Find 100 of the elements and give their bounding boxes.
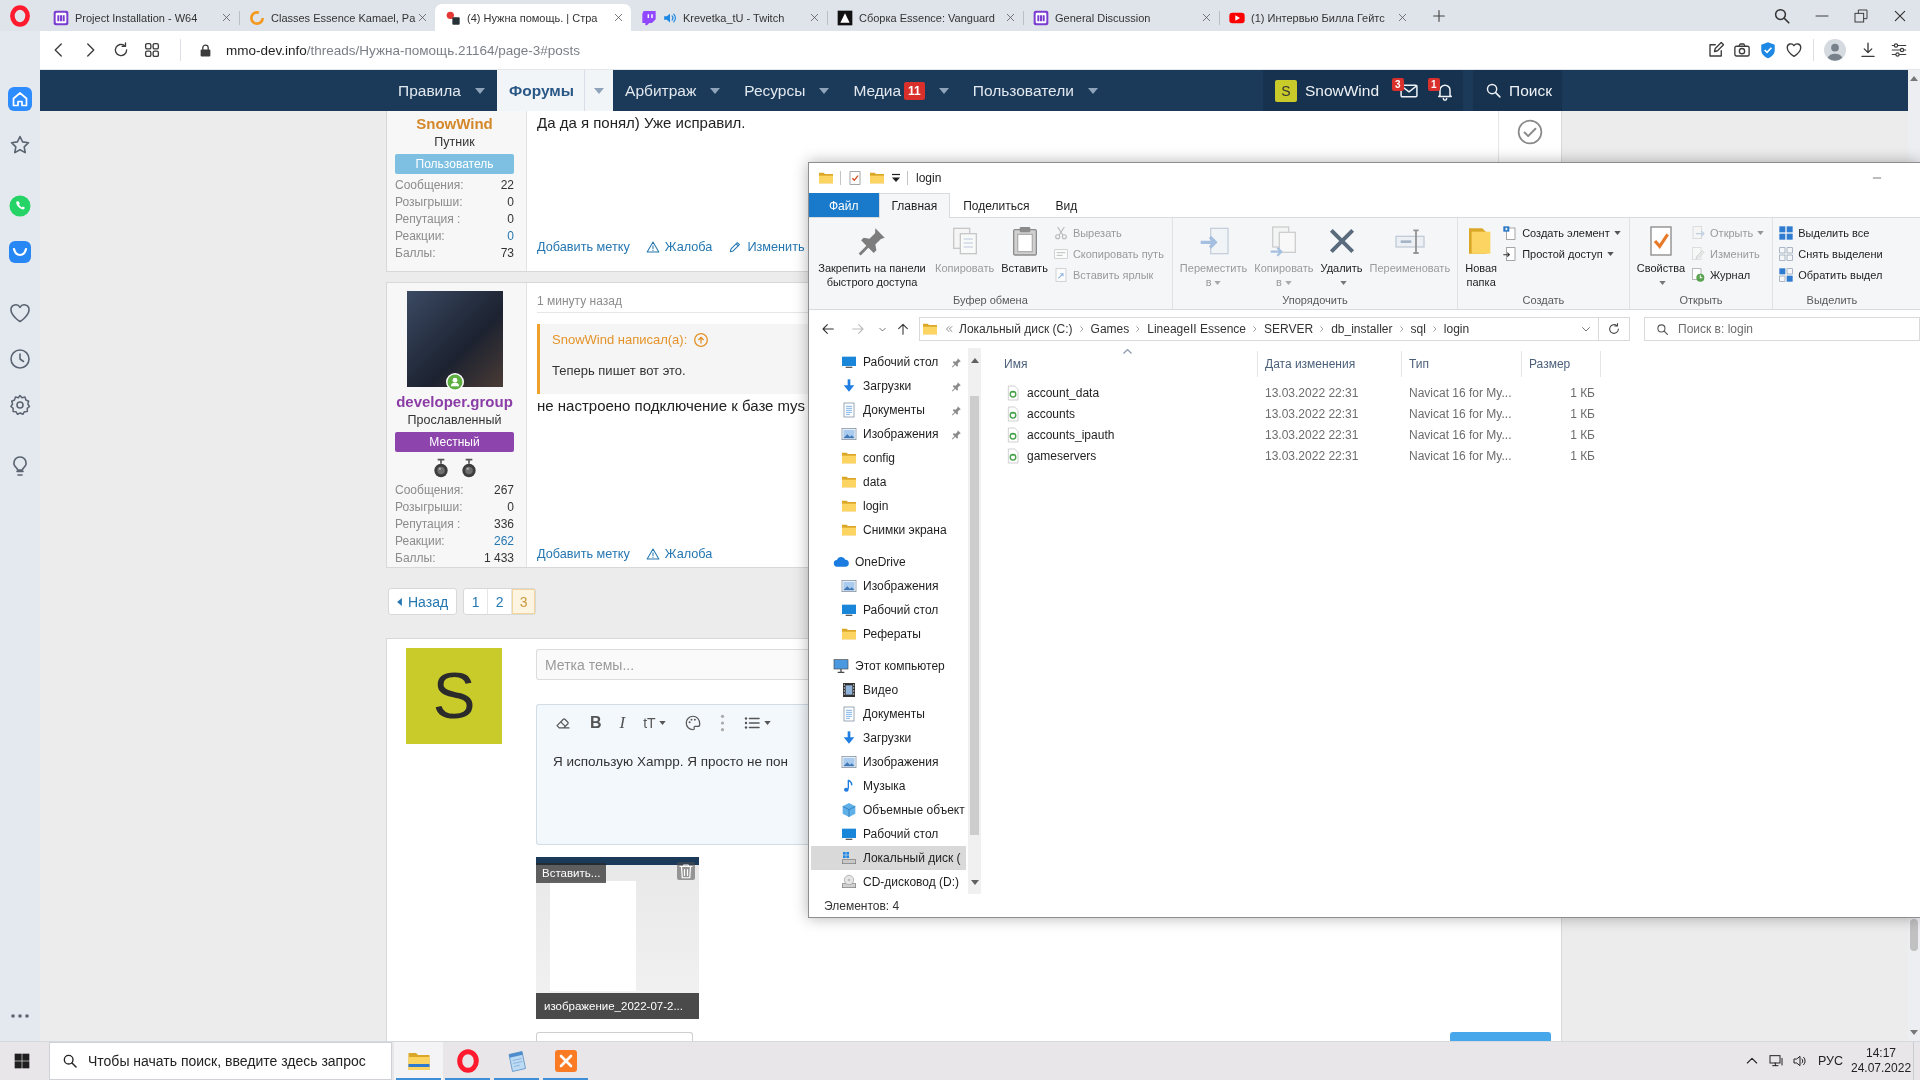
ribbon-tab[interactable]: Вид [1042,193,1091,218]
paste-button[interactable]: Вставить [999,221,1050,275]
account-link[interactable]: S SnowWind [1262,70,1392,111]
previous-page-button[interactable]: Назад [388,588,458,615]
chevron-right-icon[interactable] [1251,325,1259,333]
scroll-up-icon[interactable] [1910,76,1918,81]
alerts-button[interactable]: 1 [1427,70,1464,111]
pen-box-icon[interactable] [1707,41,1725,59]
settings-icon[interactable] [8,393,32,417]
page-link[interactable]: 1 [464,589,488,614]
text-color-button[interactable] [683,714,702,732]
nav-pane-item[interactable]: Изображения [811,574,966,598]
up-arrow-icon[interactable] [895,321,911,337]
nav-pane-item[interactable]: Изображения [811,750,966,774]
scrollbar-thumb[interactable] [970,396,979,835]
download-icon[interactable] [1859,41,1877,59]
column-header[interactable]: Дата изменения [1258,351,1402,377]
file-row[interactable]: accounts 13.03.2022 22:31 Navicat 16 for My... 1 КБ [997,403,1601,424]
breadcrumb-item[interactable]: login [1440,322,1473,336]
nav-pane-item[interactable]: Рефераты [811,622,966,646]
language-indicator[interactable]: РУС [1817,1054,1843,1068]
nav-pane-item[interactable]: Рабочий стол [811,598,966,622]
properties-icon[interactable] [847,170,863,186]
inbox-button[interactable]: 3 [1391,70,1428,111]
select-all-button[interactable]: Выделить все [1778,225,1886,241]
nav-pane-item[interactable]: Музыка [811,774,966,798]
new-tab-icon[interactable] [1431,7,1447,24]
scroll-up-icon[interactable] [970,358,979,363]
insert-button[interactable]: Вставить... [536,863,607,883]
list-button[interactable] [742,714,771,732]
nav-tab[interactable]: Форумы [496,70,614,111]
nav-pane-item[interactable]: Локальный диск ( [811,846,966,870]
search-field[interactable]: Чтобы начать поиск, введите здесь запрос [49,1042,392,1080]
add-tag-link[interactable]: Добавить метку [537,237,630,257]
nav-pane-item[interactable]: Видео [811,678,966,702]
properties-button[interactable]: Свойства [1634,221,1688,289]
browser-tab[interactable]: Project Installation - W64 [43,4,239,31]
post-time[interactable]: 1 минуту назад [537,294,622,308]
home-icon[interactable] [8,87,32,111]
heart-icon[interactable] [1785,41,1803,59]
nav-tab[interactable]: Ресурсы [732,70,842,111]
folder-icon[interactable] [869,170,885,186]
nav-pane-item[interactable]: Изображения [811,422,966,446]
column-header[interactable]: Имя [997,351,1258,377]
breadcrumb-item[interactable]: SERVER [1261,322,1317,336]
breadcrumb-item[interactable]: sql [1407,322,1429,336]
nav-pane-item[interactable]: Загрузки [811,726,966,750]
url-field[interactable]: mmo-dev.info/threads/Нужна-помощь.21164/page-3#posts [226,42,581,58]
browser-tab[interactable]: General Discussion [1023,4,1219,31]
trash-icon[interactable] [677,862,695,880]
sliders-icon[interactable] [1890,41,1908,59]
nav-pane-item[interactable]: Документы [811,702,966,726]
nav-pane-item[interactable]: Объемные объект [811,798,966,822]
column-header[interactable]: Размер [1522,351,1601,377]
stat-value[interactable]: 262 [493,533,514,550]
grid-icon[interactable] [143,41,161,59]
browser-tab[interactable]: Krevetka_tU - Twitch [631,4,827,31]
camera-icon[interactable] [1733,41,1751,59]
refresh-button[interactable] [1599,317,1630,341]
restore-icon[interactable] [1853,7,1869,24]
clock-button[interactable]: 14:17 24.07.2022 [1851,1046,1911,1076]
start-icon[interactable] [14,1053,30,1069]
nav-pane-item[interactable]: CD-дисковод (D:) [811,870,966,894]
pin-button[interactable]: Закрепить на панели быстрого доступа [814,221,930,289]
select-none-button[interactable]: Снять выделени [1778,246,1886,262]
edit-link[interactable]: Изменить [728,237,805,257]
ribbon-tab[interactable]: Файл [809,193,879,217]
browser-tab[interactable]: Classes Essence Kamael, Pa [239,4,435,31]
chevron-right-icon[interactable] [1077,325,1086,333]
taskbar-button[interactable] [394,1042,443,1080]
search-icon[interactable] [1773,6,1791,25]
close-icon[interactable] [613,12,624,23]
nav-pane-item[interactable]: Документы [811,398,966,422]
nav-pane-item[interactable]: Загрузки [811,374,966,398]
search-field[interactable]: Поиск в: login [1644,317,1920,341]
nav-pane-item[interactable]: config [811,446,966,470]
network-icon[interactable] [1767,1053,1784,1069]
chevron-right-icon[interactable] [1430,325,1439,333]
file-row[interactable]: accounts_ipauth 13.03.2022 22:31 Navicat 16 for My... 1 КБ [997,424,1601,445]
volume-icon[interactable] [1791,1053,1808,1069]
ribbon-tab[interactable]: Главная [878,193,951,218]
clock-icon[interactable] [8,347,32,371]
scrollbar[interactable] [968,348,981,894]
address-field[interactable]: Локальный диск (C:) Games LineageII Essence SERVER db_installer sql login [919,317,1599,341]
nav-pane-item[interactable]: data [811,470,966,494]
delete-button[interactable]: Удалить [1318,221,1365,289]
check-circle-icon[interactable] [1517,119,1543,145]
nav-tab[interactable]: Арбитраж [613,70,733,111]
breadcrumb-item[interactable]: LineageII Essence [1144,322,1249,336]
ribbon-tab[interactable]: Поделиться [950,193,1043,218]
new-item-button[interactable]: Создать элемент [1502,225,1624,241]
shield-icon[interactable] [1759,41,1777,59]
breadcrumb-item[interactable]: Локальный диск (C:) [956,322,1076,336]
breadcrumb-item[interactable]: db_installer [1328,322,1396,336]
browser-tab[interactable]: (1) Интервью Билла Гейтс [1219,4,1415,31]
back-icon[interactable] [820,321,836,337]
more-options-button[interactable] [719,714,725,732]
search-button[interactable]: Поиск [1473,70,1562,111]
font-size-button[interactable]: tT [643,715,666,731]
column-header[interactable]: Тип [1402,351,1522,377]
